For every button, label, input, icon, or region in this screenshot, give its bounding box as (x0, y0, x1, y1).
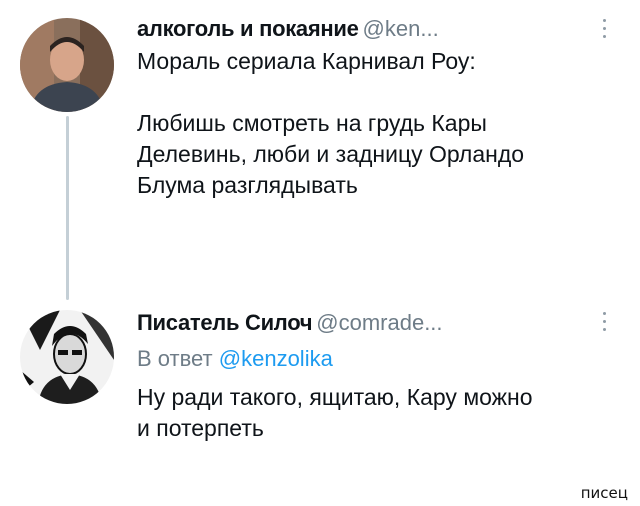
tweet-text: Мораль сериала Карнивал Роу: Любишь смот… (137, 48, 525, 198)
person-photo-avatar-icon (20, 18, 114, 112)
watermark: писец (580, 484, 628, 502)
author-name[interactable]: Писатель Силоч (137, 310, 313, 335)
avatar[interactable] (20, 310, 114, 404)
reply-prefix: В ответ (137, 346, 213, 371)
tweet-text: Ну ради такого, ящитаю, Кару можно и пот… (137, 384, 533, 441)
comic-drawing-avatar-icon (20, 310, 114, 404)
author-handle[interactable]: @ken... (363, 16, 439, 41)
author-name[interactable]: алкоголь и покаяние (137, 16, 359, 41)
reply-context: В ответ @kenzolika (137, 346, 333, 372)
tweet-reply[interactable]: Писатель Силоч @comrade... В ответ @kenzo… (0, 300, 640, 490)
tweet-original[interactable]: алкоголь и покаяние @ken... Мораль сериал… (0, 0, 640, 300)
thread-line (66, 116, 69, 300)
tweet-header: алкоголь и покаяние @ken... (137, 16, 439, 42)
tweet-header: Писатель Силоч @comrade... (137, 310, 443, 336)
more-options-icon[interactable] (594, 15, 614, 41)
author-handle[interactable]: @comrade... (316, 310, 442, 335)
reply-handle-link[interactable]: @kenzolika (219, 346, 333, 371)
more-options-icon[interactable] (594, 308, 614, 334)
avatar[interactable] (20, 18, 114, 112)
